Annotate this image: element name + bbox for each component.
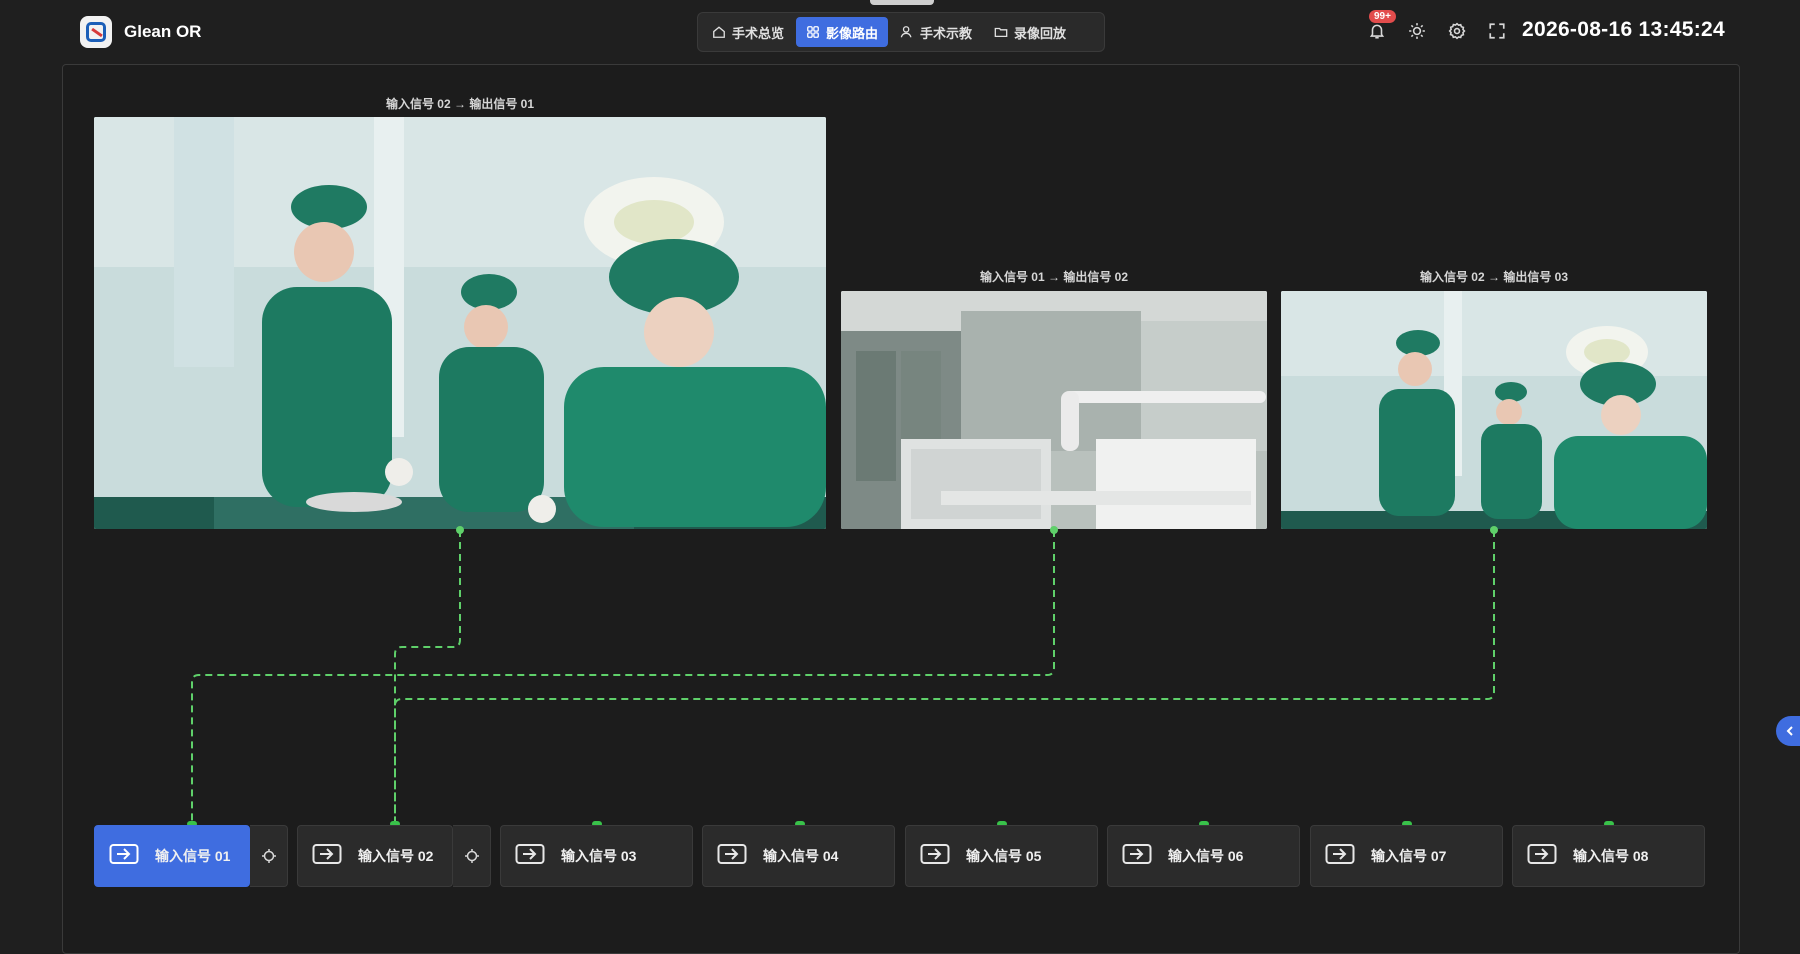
input-card-06[interactable]: 输入信号 06 <box>1107 825 1300 887</box>
nav-item-label: 影像路由 <box>826 25 879 41</box>
top-bar: Glean OR 手术总览 影像路由 手术示教 录像回放 99+ 2026-08… <box>0 0 1800 64</box>
enter-icon <box>1325 843 1355 870</box>
input-card-03[interactable]: 输入信号 03 <box>500 825 693 887</box>
output-label-03: 输入信号 02 → 输出信号 03 <box>1419 270 1569 284</box>
enter-icon <box>717 843 747 870</box>
input-label: 输入信号 07 <box>1371 848 1447 864</box>
enter-icon <box>312 843 342 870</box>
locate-button-02[interactable] <box>453 825 491 887</box>
app-title: Glean OR <box>124 22 202 41</box>
crosshair-icon <box>464 849 479 863</box>
chevron-left-icon <box>1786 726 1793 736</box>
notification-badge: 99+ <box>1369 10 1396 23</box>
nav-item-label: 手术示教 <box>920 25 973 41</box>
crosshair-icon <box>261 849 276 863</box>
enter-icon <box>109 843 139 870</box>
output-label-02: 输入信号 01 → 输出信号 02 <box>979 270 1129 284</box>
datetime-display: 2026-08-16 13:45:24 <box>1522 18 1726 41</box>
drag-handle[interactable] <box>870 0 934 5</box>
input-label: 输入信号 04 <box>763 848 839 864</box>
input-card-04[interactable]: 输入信号 04 <box>702 825 895 887</box>
input-label: 输入信号 06 <box>1168 848 1244 864</box>
enter-icon <box>1122 843 1152 870</box>
enter-icon <box>920 843 950 870</box>
output-label-01: 输入信号 02 → 输出信号 01 <box>385 97 535 111</box>
output-video-02[interactable] <box>841 291 1267 529</box>
input-label: 输入信号 05 <box>966 848 1042 864</box>
input-label: 输入信号 03 <box>561 848 637 864</box>
main-nav: 手术总览 影像路由 手术示教 录像回放 <box>697 12 1105 52</box>
input-card-07[interactable]: 输入信号 07 <box>1310 825 1503 887</box>
locate-button-01[interactable] <box>250 825 288 887</box>
fullscreen-icon[interactable] <box>1486 20 1508 42</box>
output-video-01[interactable] <box>94 117 826 529</box>
settings-gear-icon[interactable] <box>1446 20 1468 42</box>
grid-icon <box>807 26 819 38</box>
enter-icon <box>1527 843 1557 870</box>
nav-item-teaching[interactable]: 手术示教 <box>890 17 982 47</box>
input-label: 输入信号 02 <box>358 848 434 864</box>
user-icon <box>900 26 912 38</box>
input-label: 输入信号 01 <box>155 848 231 864</box>
input-card-02[interactable]: 输入信号 02 <box>297 825 453 887</box>
nav-item-playback[interactable]: 录像回放 <box>984 17 1076 47</box>
input-card-01[interactable]: 输入信号 01 <box>94 825 250 887</box>
nav-item-label: 手术总览 <box>732 25 785 41</box>
home-icon <box>713 26 725 38</box>
app-logo <box>80 16 112 48</box>
input-label: 输入信号 08 <box>1573 848 1649 864</box>
nav-item-label: 录像回放 <box>1014 25 1067 41</box>
input-card-05[interactable]: 输入信号 05 <box>905 825 1098 887</box>
theme-sun-icon[interactable] <box>1406 20 1428 42</box>
nav-item-routing[interactable]: 影像路由 <box>796 17 889 47</box>
input-card-08[interactable]: 输入信号 08 <box>1512 825 1705 887</box>
folder-icon <box>994 27 1008 38</box>
enter-icon <box>515 843 545 870</box>
nav-item-overview[interactable]: 手术总览 <box>702 17 794 47</box>
output-video-03[interactable] <box>1281 291 1707 529</box>
sidebar-toggle-button[interactable] <box>1776 716 1800 746</box>
notification-bell-icon[interactable] <box>1366 20 1388 42</box>
